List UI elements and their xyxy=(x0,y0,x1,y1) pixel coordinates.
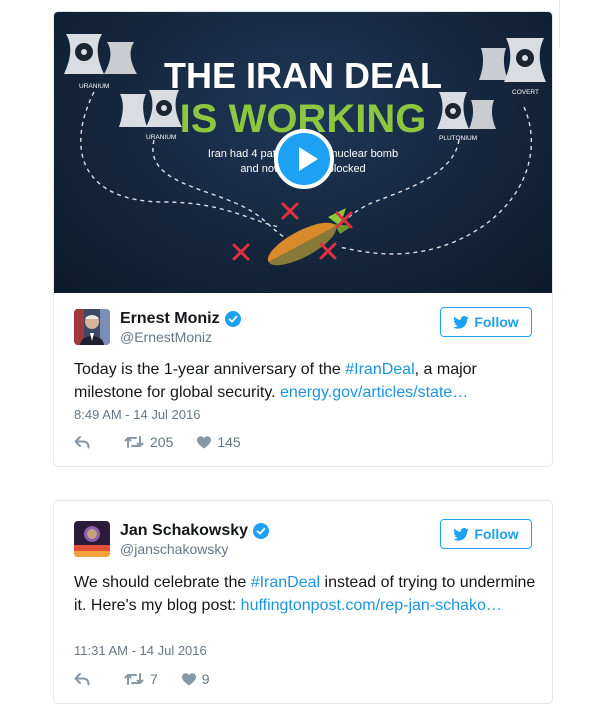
tweet-text: Today is the 1-year anniversary of the #… xyxy=(74,358,536,404)
verified-icon xyxy=(253,523,270,539)
url-link[interactable]: energy.gov/articles/state… xyxy=(280,384,468,401)
tweet-text-part: Today is the 1-year anniversary of the xyxy=(74,361,346,378)
label-covert: COVERT xyxy=(512,89,539,96)
bomb-icon xyxy=(267,208,352,266)
label-uranium-2: URANIUM xyxy=(146,134,176,141)
hashtag-link[interactable]: #IranDeal xyxy=(251,574,320,591)
author-name[interactable]: Jan Schakowsky xyxy=(120,522,248,540)
tweet-text-part: We should celebrate the xyxy=(74,574,251,591)
retweet-button[interactable]: 205 xyxy=(124,434,173,450)
follow-label: Follow xyxy=(474,314,519,330)
author-name[interactable]: Ernest Moniz xyxy=(120,310,220,328)
tweet-header: Ernest Moniz @ErnestMoniz Follow xyxy=(74,307,532,349)
label-uranium-1: URANIUM xyxy=(79,83,109,90)
url-link[interactable]: huffingtonpost.com/rep-jan-schako… xyxy=(241,597,502,614)
like-button[interactable]: 145 xyxy=(197,434,241,450)
follow-button[interactable]: Follow xyxy=(440,307,532,337)
tweet-actions: 205 145 xyxy=(74,434,241,450)
like-count: 9 xyxy=(201,671,210,687)
tweet-header: Jan Schakowsky @janschakowsky Follow xyxy=(74,519,532,561)
video-thumbnail[interactable]: URANIUM URANIUM PLUTONIUM COVERT THE IRA… xyxy=(54,12,552,293)
author-handle[interactable]: @ErnestMoniz xyxy=(120,329,212,345)
retweet-icon xyxy=(124,673,144,685)
retweet-button[interactable]: 7 xyxy=(124,671,158,687)
cooling-tower-icon xyxy=(437,92,496,129)
timestamp[interactable]: 11:31 AM - 14 Jul 2016 xyxy=(74,643,207,658)
tweet-card-moniz[interactable]: URANIUM URANIUM PLUTONIUM COVERT THE IRA… xyxy=(53,11,553,467)
play-icon[interactable] xyxy=(274,129,334,189)
twitter-bird-icon xyxy=(453,527,470,541)
like-count: 145 xyxy=(217,434,241,450)
headline-line-1: THE IRAN DEAL xyxy=(164,55,442,96)
tweet-actions: 7 9 xyxy=(74,671,210,687)
tweet-text: We should celebrate the #IranDeal instea… xyxy=(74,571,536,617)
retweet-count: 205 xyxy=(150,434,174,450)
avatar[interactable] xyxy=(74,309,110,345)
twitter-bird-icon xyxy=(453,315,470,329)
reply-button[interactable] xyxy=(74,672,96,686)
reply-icon xyxy=(74,673,90,686)
retweet-count: 7 xyxy=(150,671,158,687)
cooling-tower-icon xyxy=(64,34,137,74)
tweet-card-schakowsky[interactable]: Jan Schakowsky @janschakowsky Follow We … xyxy=(53,500,553,704)
avatar[interactable] xyxy=(74,521,110,557)
author-handle[interactable]: @janschakowsky xyxy=(120,541,228,557)
hashtag-link[interactable]: #IranDeal xyxy=(345,361,414,378)
like-button[interactable]: 9 xyxy=(181,671,210,687)
edge-divider xyxy=(559,0,560,48)
reply-button[interactable] xyxy=(74,435,96,449)
label-plutonium: PLUTONIUM xyxy=(439,135,477,142)
cooling-tower-icon xyxy=(479,38,546,82)
like-icon xyxy=(197,435,212,448)
follow-button[interactable]: Follow xyxy=(440,519,532,549)
timestamp[interactable]: 8:49 AM - 14 Jul 2016 xyxy=(74,407,200,422)
follow-label: Follow xyxy=(474,526,519,542)
verified-icon xyxy=(224,311,241,327)
reply-icon xyxy=(74,436,90,449)
retweet-icon xyxy=(124,436,144,448)
like-icon xyxy=(181,672,196,685)
